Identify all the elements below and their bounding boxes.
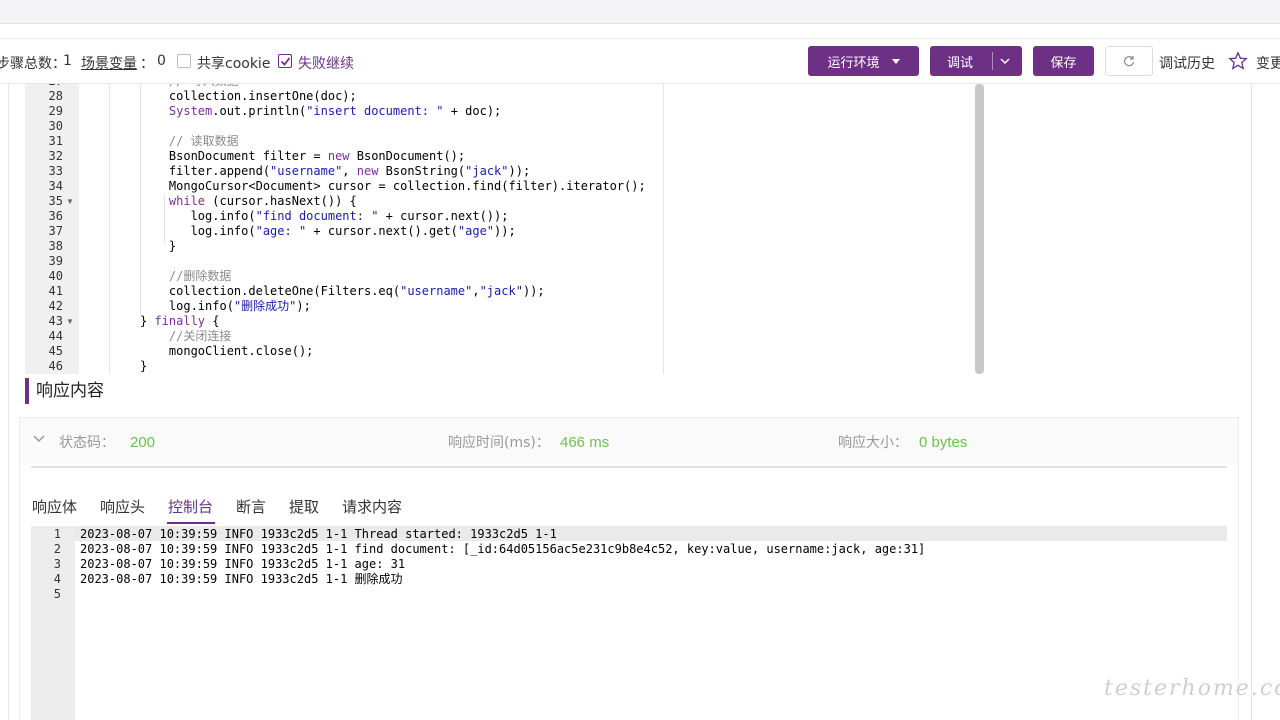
- line-number: 2: [53, 542, 61, 556]
- tab-extract[interactable]: 提取: [289, 496, 319, 517]
- response-divider: [31, 466, 1227, 468]
- debug-split-button[interactable]: 调试: [930, 46, 1022, 76]
- tab-console[interactable]: 控制台: [168, 496, 213, 517]
- scene-variables-colon: ：: [140, 56, 154, 72]
- line-number: 4: [53, 572, 61, 586]
- line-number: 45: [48, 344, 63, 358]
- tab-request-content[interactable]: 请求内容: [342, 496, 402, 517]
- line-number: 41: [48, 284, 63, 298]
- code-line: log.info("age: " + cursor.next().get("ag…: [140, 224, 516, 238]
- code-line: // 读取数据: [140, 134, 239, 148]
- console-output[interactable]: 1 2 3 4 5 2023-08-07 10:39:59 INFO 1933c…: [31, 526, 1227, 720]
- step-count-value: 1: [63, 53, 72, 69]
- debug-history-link[interactable]: 调试历史: [1159, 53, 1215, 73]
- fail-continue-label: 失败继续: [298, 56, 354, 72]
- script-editor[interactable]: 27 28 29 30 31 32 33 34 35 ▼ 36 37 38 39…: [25, 84, 985, 374]
- response-section-title: 响应内容: [25, 378, 104, 404]
- line-number: 5: [53, 587, 61, 601]
- code-line: collection.deleteOne(Filters.eq("usernam…: [140, 284, 545, 298]
- line-number: 43: [48, 314, 63, 328]
- line-number: 29: [48, 104, 63, 118]
- line-number: 35: [48, 194, 63, 208]
- line-number: 40: [48, 269, 63, 283]
- console-gutter: 1 2 3 4 5: [31, 526, 75, 720]
- line-number: 31: [48, 134, 63, 148]
- star-icon[interactable]: [1228, 51, 1248, 71]
- line-number: 3: [53, 557, 61, 571]
- code-line: while (cursor.hasNext()) {: [168, 194, 357, 208]
- line-number: 38: [48, 239, 63, 253]
- checkmark-icon: [280, 57, 291, 66]
- line-number: 30: [48, 119, 63, 133]
- caret-down-icon: [891, 58, 900, 64]
- fold-arrow-icon[interactable]: ▼: [66, 194, 74, 209]
- status-code-label: 状态码：: [59, 435, 115, 451]
- chevron-down-icon[interactable]: [999, 56, 1011, 66]
- line-number: 46: [48, 359, 63, 373]
- code-line: } finally {: [140, 314, 220, 328]
- code-line: //删除数据: [140, 269, 232, 283]
- line-number: 39: [48, 254, 63, 268]
- code-line: BsonDocument filter = new BsonDocument()…: [140, 149, 466, 163]
- editor-code-area[interactable]: // 写入数据 collection.insertOne(doc); Syste…: [79, 84, 979, 374]
- fail-continue-checkbox[interactable]: [278, 54, 292, 68]
- console-line: 2023-08-07 10:39:59 INFO 1933c2d5 1-1 删除…: [80, 572, 403, 586]
- editor-scrollbar[interactable]: [975, 84, 984, 374]
- line-number: 1: [53, 527, 61, 541]
- line-number: 33: [48, 164, 63, 178]
- line-number: 28: [48, 89, 63, 103]
- run-environment-label: 运行环境: [827, 55, 880, 71]
- scene-variables-link[interactable]: 场景变量: [81, 53, 137, 73]
- code-line: filter.append("username", new BsonString…: [140, 164, 531, 178]
- run-environment-button[interactable]: 运行环境: [808, 46, 919, 76]
- response-size-value: 0 bytes: [919, 434, 968, 451]
- status-code-value: 200: [130, 434, 156, 451]
- step-count-label: 步骤总数：: [0, 56, 66, 72]
- console-line: 2023-08-07 10:39:59 INFO 1933c2d5 1-1 fi…: [80, 542, 926, 556]
- scenario-toolbar: 步骤总数： 1 场景变量 ： 0 共享cookie 失败继续 运行环境 调试 保…: [0, 38, 1280, 84]
- chevron-down-icon[interactable]: [32, 433, 46, 445]
- response-size-label: 响应大小：: [838, 435, 908, 451]
- code-line: }: [140, 239, 177, 253]
- line-number: 36: [48, 209, 63, 223]
- save-label: 保存: [1050, 55, 1077, 71]
- tab-response-body[interactable]: 响应体: [32, 496, 77, 517]
- code-line: System.out.println("insert document: " +…: [168, 104, 502, 118]
- code-line: mongoClient.close();: [140, 344, 314, 358]
- code-line: }: [140, 359, 148, 373]
- tab-response-headers[interactable]: 响应头: [100, 496, 145, 517]
- share-cookie-label: 共享cookie: [197, 56, 271, 72]
- debug-label: 调试: [947, 55, 974, 71]
- refresh-icon: [1123, 56, 1135, 67]
- line-number: 37: [48, 224, 63, 238]
- response-summary[interactable]: [20, 418, 1238, 464]
- save-button[interactable]: 保存: [1033, 46, 1094, 76]
- fold-arrow-icon[interactable]: ▼: [66, 314, 74, 329]
- response-time-value: 466 ms: [560, 434, 610, 451]
- line-number: 34: [48, 179, 63, 193]
- scene-variables-count: 0: [157, 53, 166, 69]
- watermark: testerhome.com: [1104, 676, 1280, 701]
- editor-gutter: 27 28 29 30 31 32 33 34 35 ▼ 36 37 38 39…: [25, 84, 79, 374]
- share-cookie-checkbox[interactable]: [177, 54, 191, 68]
- response-time-label: 响应时间(ms)：: [448, 435, 550, 451]
- line-number: 32: [48, 149, 63, 163]
- code-line: //关闭连接: [140, 329, 232, 343]
- console-line: 2023-08-07 10:39:59 INFO 1933c2d5 1-1 ag…: [80, 557, 406, 571]
- line-number: 44: [48, 329, 63, 343]
- code-line: log.info("删除成功");: [140, 299, 311, 313]
- line-number: 42: [48, 299, 63, 313]
- change-link[interactable]: 变更: [1256, 53, 1280, 73]
- active-tab-indicator: [167, 522, 215, 524]
- tab-assertions[interactable]: 断言: [236, 496, 266, 517]
- code-line: log.info("find document: " + cursor.next…: [140, 209, 509, 223]
- window-top-strip: [0, 0, 1280, 24]
- refresh-button[interactable]: [1105, 46, 1153, 76]
- code-line: MongoCursor<Document> cursor = collectio…: [140, 179, 646, 193]
- console-line: 2023-08-07 10:39:59 INFO 1933c2d5 1-1 Th…: [80, 527, 557, 541]
- code-line: collection.insertOne(doc);: [140, 89, 357, 103]
